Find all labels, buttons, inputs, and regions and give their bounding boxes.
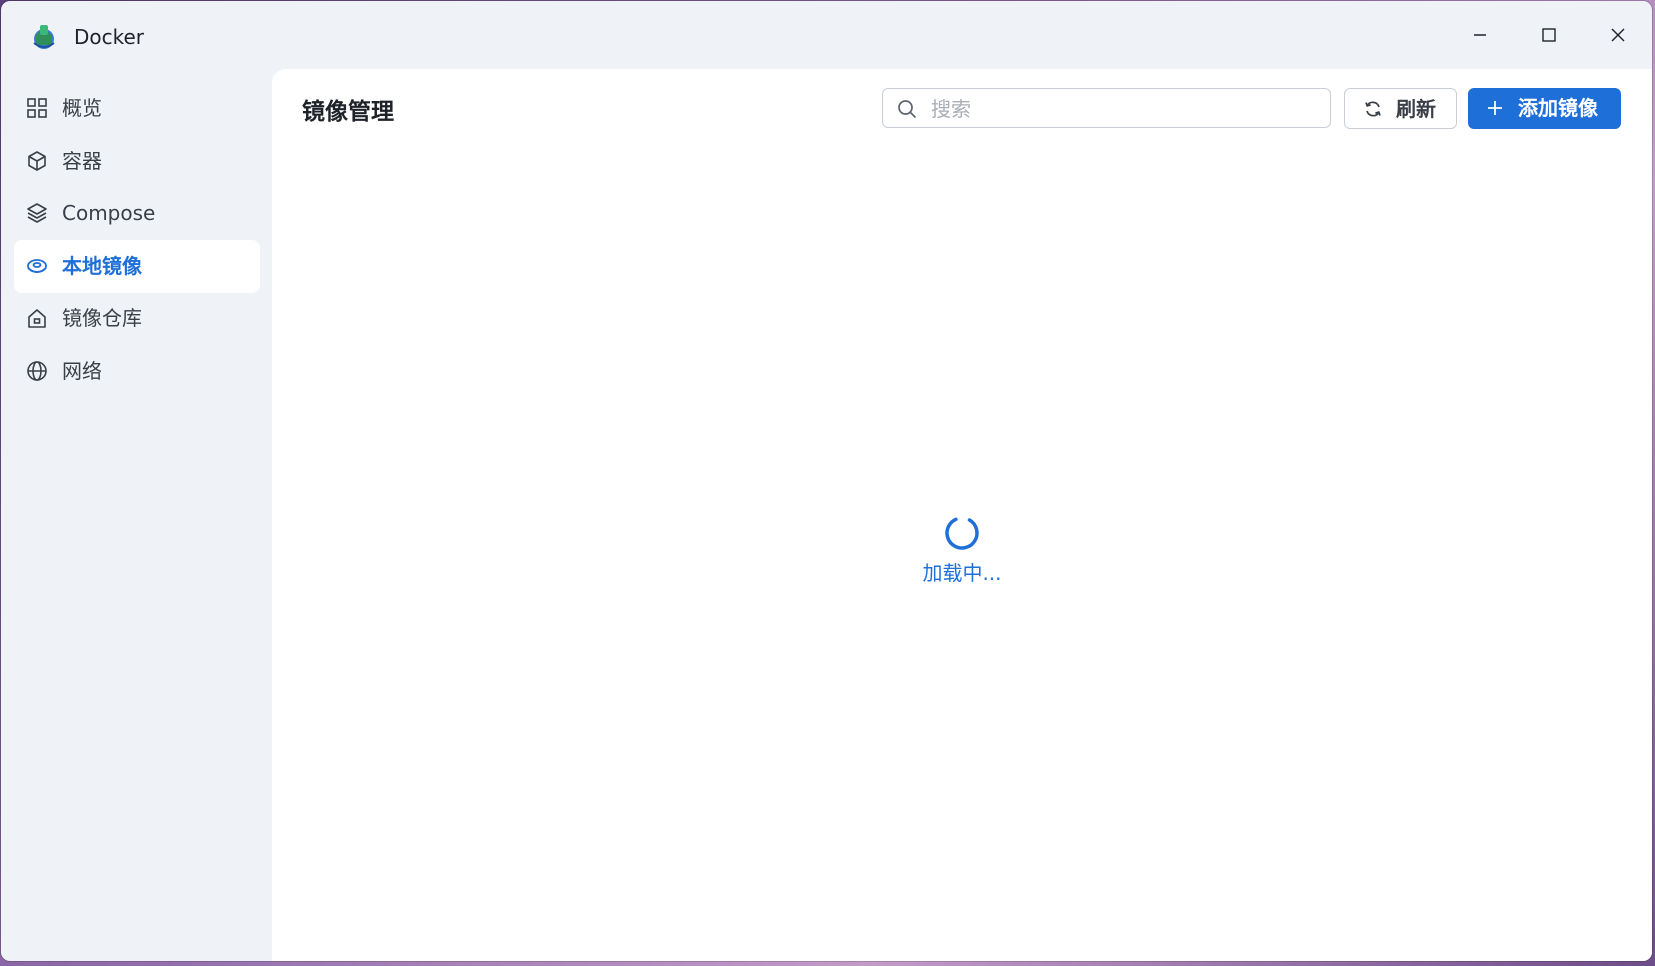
loading-text: 加载中...	[922, 561, 1002, 585]
sidebar-item-network[interactable]: 网络	[14, 345, 260, 398]
minimize-button[interactable]	[1460, 15, 1500, 55]
minimize-icon	[1474, 34, 1486, 36]
sidebar-item-containers[interactable]: 容器	[14, 135, 260, 188]
sidebar-item-label: 概览	[62, 96, 102, 120]
search-input[interactable]	[929, 93, 1323, 125]
house-icon	[28, 309, 46, 328]
close-button[interactable]	[1598, 15, 1638, 55]
sidebar-item-compose[interactable]: Compose	[14, 187, 260, 240]
cube-icon	[28, 151, 46, 171]
globe-icon	[27, 361, 47, 381]
docker-logo-icon	[33, 25, 55, 49]
refresh-icon	[1365, 101, 1381, 117]
window-title: Docker	[74, 25, 145, 49]
title-bar: Docker	[1, 1, 1652, 69]
layers-icon	[27, 203, 47, 223]
refresh-button[interactable]: 刷新	[1344, 88, 1457, 129]
sidebar-item-label: 镜像仓库	[62, 306, 142, 330]
sidebar-item-label: 容器	[62, 149, 102, 173]
grid-icon	[27, 98, 47, 118]
sidebar: 概览 容器 Compose 本地镜像 镜像仓库 网络	[1, 69, 272, 961]
sidebar-item-local-images[interactable]: 本地镜像	[14, 240, 260, 293]
sidebar-item-overview[interactable]: 概览	[14, 82, 260, 135]
sidebar-item-image-registry[interactable]: 镜像仓库	[14, 292, 260, 345]
page-title: 镜像管理	[302, 99, 394, 125]
maximize-icon	[1542, 28, 1556, 42]
app-window: Docker 概览 容器 Compose 本地镜像 镜像仓库 网络 镜像管理 搜…	[1, 1, 1652, 961]
sidebar-item-label: 本地镜像	[62, 254, 142, 278]
search-icon	[898, 100, 916, 118]
loading-indicator: 加载中...	[872, 514, 1052, 604]
sidebar-item-label: Compose	[62, 201, 156, 225]
sidebar-item-label: 网络	[62, 359, 102, 383]
close-icon	[1611, 28, 1625, 42]
maximize-button[interactable]	[1529, 15, 1569, 55]
disk-icon	[27, 259, 47, 273]
add-image-label: 添加镜像	[1518, 96, 1598, 120]
spinner-icon	[945, 516, 979, 550]
add-image-button[interactable]: 添加镜像	[1468, 88, 1621, 129]
search-field[interactable]	[882, 88, 1331, 128]
refresh-label: 刷新	[1396, 97, 1436, 121]
main-content: 镜像管理 刷新 添加镜像	[272, 69, 1652, 961]
plus-icon	[1488, 101, 1502, 115]
